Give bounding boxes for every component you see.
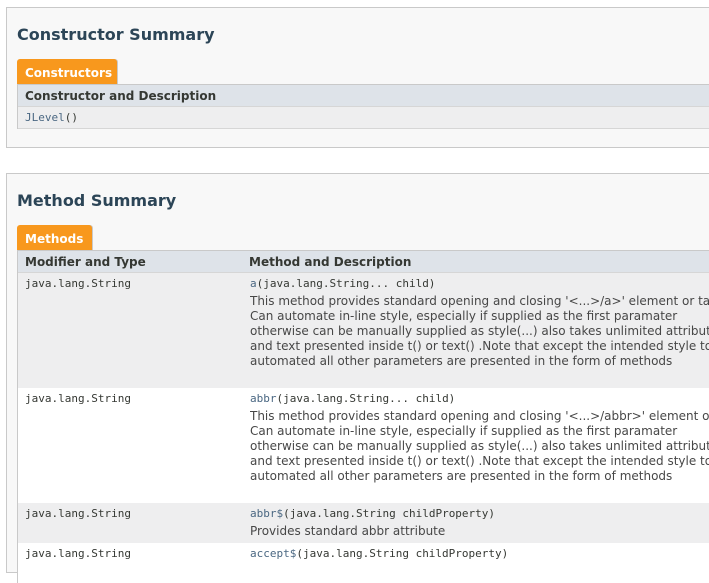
constructor-row: JLevel() bbox=[18, 107, 709, 129]
description-line: otherwise can be manually supplied as st… bbox=[250, 439, 709, 453]
return-type: java.lang.String bbox=[25, 277, 131, 290]
description-line: This method provides standard opening an… bbox=[250, 409, 709, 423]
method-cell: abbr(java.lang.String... child) This met… bbox=[250, 388, 709, 503]
description-line: Can automate in-line style, especially i… bbox=[250, 424, 678, 438]
tab-constructors[interactable]: Constructors bbox=[17, 59, 117, 84]
description-line: and text presented inside t() or text() … bbox=[250, 339, 709, 353]
description-line: and text presented inside t() or text() … bbox=[250, 454, 709, 468]
description-line: Provides standard abbr attribute bbox=[250, 524, 446, 538]
method-summary-section: Method Summary Methods Modifier and Type… bbox=[6, 173, 709, 583]
return-type: java.lang.String bbox=[25, 547, 131, 560]
method-summary-title: Method Summary bbox=[17, 191, 177, 210]
modifier-type-header: Modifier and Type bbox=[25, 254, 146, 269]
method-link[interactable]: abbr$ bbox=[250, 507, 283, 520]
table-row: java.lang.String abbr$(java.lang.String … bbox=[18, 503, 709, 543]
method-params: (java.lang.String... child) bbox=[256, 277, 436, 290]
constructor-summary-section: Constructor Summary Constructors Constru… bbox=[6, 7, 709, 148]
method-cell: abbr$(java.lang.String childProperty) Pr… bbox=[250, 503, 709, 543]
method-params: (java.lang.String childProperty) bbox=[283, 507, 496, 520]
method-description: Provides standard abbr attribute bbox=[250, 524, 709, 539]
description-line: automated all other parameters are prese… bbox=[250, 354, 673, 368]
table-row: java.lang.String a(java.lang.String... c… bbox=[18, 273, 709, 388]
description-line: Can automate in-line style, especially i… bbox=[250, 309, 678, 323]
return-type: java.lang.String bbox=[25, 507, 131, 520]
method-link[interactable]: a bbox=[250, 277, 257, 290]
constructor-table-header: Constructor and Description bbox=[18, 85, 709, 107]
description-line: otherwise can be manually supplied as st… bbox=[250, 324, 709, 338]
constructor-params: () bbox=[64, 111, 78, 124]
return-type: java.lang.String bbox=[25, 392, 131, 405]
method-link[interactable]: accept$ bbox=[250, 547, 296, 560]
constructor-column-header: Constructor and Description bbox=[25, 88, 217, 103]
method-cell: a(java.lang.String... child) This method… bbox=[250, 273, 709, 388]
method-link[interactable]: abbr bbox=[250, 392, 277, 405]
constructor-summary-title: Constructor Summary bbox=[17, 25, 215, 44]
description-line: This method provides standard opening an… bbox=[250, 294, 709, 308]
table-row: java.lang.String abbr(java.lang.String..… bbox=[18, 388, 709, 503]
description-line: automated all other parameters are prese… bbox=[250, 469, 673, 483]
method-table: Modifier and Type Method and Description… bbox=[17, 250, 709, 583]
method-cell: accept$(java.lang.String childProperty) bbox=[250, 543, 709, 583]
constructor-table: Constructor and Description JLevel() bbox=[17, 84, 709, 129]
tab-methods[interactable]: Methods bbox=[17, 225, 92, 250]
method-table-header: Modifier and Type Method and Description bbox=[18, 251, 709, 273]
table-row: java.lang.String accept$(java.lang.Strin… bbox=[18, 543, 709, 583]
method-params: (java.lang.String... child) bbox=[276, 392, 456, 405]
method-description: This method provides standard opening an… bbox=[250, 409, 709, 484]
method-description-header: Method and Description bbox=[249, 254, 412, 269]
method-description: This method provides standard opening an… bbox=[250, 294, 709, 369]
constructor-link[interactable]: JLevel bbox=[25, 111, 65, 124]
method-params: (java.lang.String childProperty) bbox=[296, 547, 509, 560]
